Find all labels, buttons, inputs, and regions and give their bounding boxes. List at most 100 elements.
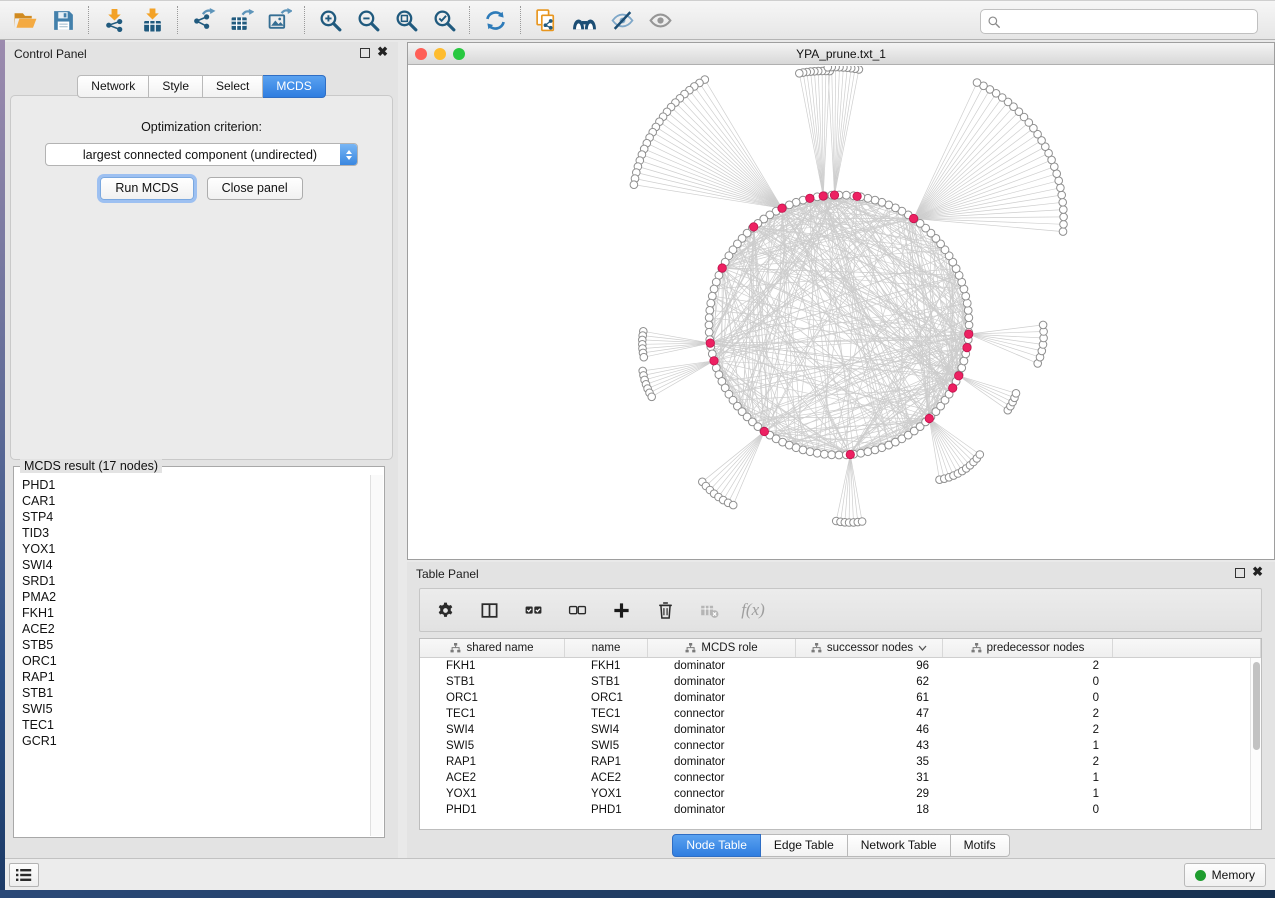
import-network-button[interactable] [95, 4, 133, 36]
network-window-titlebar[interactable]: YPA_prune.txt_1 [408, 43, 1274, 65]
zoom-in-button[interactable] [311, 4, 349, 36]
table-cell-name[interactable]: STB1 [565, 674, 648, 690]
mcds-result-item[interactable]: PMA2 [22, 589, 370, 605]
column-header-shared-name[interactable]: shared name [420, 639, 565, 657]
table-cell-name[interactable]: SWI5 [565, 738, 648, 754]
add-column-button[interactable] [610, 599, 632, 621]
table-cell-MCDS-role[interactable]: connector [648, 706, 796, 722]
table-cell-shared-name[interactable]: TEC1 [420, 706, 565, 722]
tab-mcds[interactable]: MCDS [263, 75, 325, 98]
mcds-result-item[interactable]: CAR1 [22, 493, 370, 509]
close-panel-icon[interactable]: ✖ [1252, 564, 1263, 580]
table-cell-shared-name[interactable]: RAP1 [420, 754, 565, 770]
mcds-result-scrollbar[interactable] [370, 475, 383, 836]
zoom-selected-button[interactable] [425, 4, 463, 36]
mcds-result-item[interactable]: TID3 [22, 525, 370, 541]
tab-network-table[interactable]: Network Table [848, 834, 951, 857]
table-cell-successor-nodes[interactable]: 29 [796, 786, 943, 802]
show-columns-button[interactable] [478, 599, 500, 621]
mcds-result-item[interactable]: STB1 [22, 685, 370, 701]
close-panel-button[interactable]: Close panel [207, 177, 303, 200]
delete-column-button[interactable] [654, 599, 676, 621]
table-cell-MCDS-role[interactable]: dominator [648, 674, 796, 690]
mcds-result-item[interactable]: STP4 [22, 509, 370, 525]
table-cell-name[interactable]: SWI4 [565, 722, 648, 738]
column-header-MCDS-role[interactable]: MCDS role [648, 639, 796, 657]
table-row[interactable]: FKH1FKH1dominator962 [420, 658, 1250, 674]
table-cell-MCDS-role[interactable]: dominator [648, 722, 796, 738]
tab-edge-table[interactable]: Edge Table [761, 834, 848, 857]
table-row[interactable]: RAP1RAP1dominator352 [420, 754, 1250, 770]
column-header-name[interactable]: name [565, 639, 648, 657]
tab-node-table[interactable]: Node Table [672, 834, 761, 857]
table-cell-name[interactable]: YOX1 [565, 786, 648, 802]
table-cell-successor-nodes[interactable]: 46 [796, 722, 943, 738]
table-cell-MCDS-role[interactable]: dominator [648, 690, 796, 706]
network-graph[interactable] [408, 66, 1274, 560]
table-cell-shared-name[interactable]: FKH1 [420, 658, 565, 674]
table-row[interactable]: SWI5SWI5connector431 [420, 738, 1250, 754]
mcds-result-item[interactable]: PHD1 [22, 477, 370, 493]
node-table-scrollbar[interactable] [1250, 658, 1261, 829]
table-cell-name[interactable]: TEC1 [565, 706, 648, 722]
table-cell-shared-name[interactable]: SWI4 [420, 722, 565, 738]
table-cell-MCDS-role[interactable]: connector [648, 738, 796, 754]
hide-selected-button[interactable] [603, 4, 641, 36]
table-cell-successor-nodes[interactable]: 43 [796, 738, 943, 754]
gear-button[interactable] [434, 599, 456, 621]
mcds-result-item[interactable]: ACE2 [22, 621, 370, 637]
table-cell-predecessor-nodes[interactable]: 0 [943, 802, 1113, 818]
export-network-button[interactable] [184, 4, 222, 36]
table-cell-shared-name[interactable]: PHD1 [420, 802, 565, 818]
table-cell-predecessor-nodes[interactable]: 2 [943, 706, 1113, 722]
scrollbar-thumb[interactable] [1253, 662, 1260, 750]
table-cell-predecessor-nodes[interactable]: 0 [943, 674, 1113, 690]
table-cell-predecessor-nodes[interactable]: 0 [943, 690, 1113, 706]
tab-motifs[interactable]: Motifs [951, 834, 1010, 857]
mcds-result-item[interactable]: ORC1 [22, 653, 370, 669]
mcds-result-item[interactable]: TEC1 [22, 717, 370, 733]
table-cell-shared-name[interactable]: ORC1 [420, 690, 565, 706]
table-cell-successor-nodes[interactable]: 96 [796, 658, 943, 674]
table-cell-successor-nodes[interactable]: 18 [796, 802, 943, 818]
mcds-result-item[interactable]: SRD1 [22, 573, 370, 589]
mcds-result-item[interactable]: RAP1 [22, 669, 370, 685]
node-table-header[interactable]: shared namenameMCDS rolesuccessor nodesp… [420, 639, 1261, 658]
mcds-result-item[interactable]: FKH1 [22, 605, 370, 621]
table-row[interactable]: SWI4SWI4dominator462 [420, 722, 1250, 738]
table-cell-MCDS-role[interactable]: connector [648, 786, 796, 802]
table-cell-shared-name[interactable]: ACE2 [420, 770, 565, 786]
table-cell-MCDS-role[interactable]: dominator [648, 802, 796, 818]
float-panel-icon[interactable] [360, 48, 370, 58]
mcds-result-item[interactable]: STB5 [22, 637, 370, 653]
refresh-button[interactable] [476, 4, 514, 36]
table-cell-predecessor-nodes[interactable]: 1 [943, 786, 1113, 802]
table-cell-successor-nodes[interactable]: 47 [796, 706, 943, 722]
select-all-checkboxes-button[interactable] [522, 599, 544, 621]
table-cell-MCDS-role[interactable]: dominator [648, 754, 796, 770]
find-button[interactable] [565, 4, 603, 36]
table-cell-name[interactable]: FKH1 [565, 658, 648, 674]
table-cell-successor-nodes[interactable]: 31 [796, 770, 943, 786]
table-cell-shared-name[interactable]: STB1 [420, 674, 565, 690]
table-row[interactable]: TEC1TEC1connector472 [420, 706, 1250, 722]
search-box[interactable] [980, 9, 1258, 34]
import-table-button[interactable] [133, 4, 171, 36]
column-header-successor-nodes[interactable]: successor nodes [796, 639, 943, 657]
table-cell-successor-nodes[interactable]: 62 [796, 674, 943, 690]
open-file-button[interactable] [6, 4, 44, 36]
tab-network[interactable]: Network [77, 75, 149, 98]
run-mcds-button[interactable]: Run MCDS [100, 177, 193, 200]
table-cell-name[interactable]: RAP1 [565, 754, 648, 770]
close-panel-icon[interactable]: ✖ [377, 44, 388, 60]
table-cell-name[interactable]: ACE2 [565, 770, 648, 786]
task-history-button[interactable] [9, 863, 39, 887]
table-cell-predecessor-nodes[interactable]: 2 [943, 658, 1113, 674]
table-cell-predecessor-nodes[interactable]: 1 [943, 738, 1113, 754]
table-cell-name[interactable]: PHD1 [565, 802, 648, 818]
table-cell-successor-nodes[interactable]: 35 [796, 754, 943, 770]
zoom-out-button[interactable] [349, 4, 387, 36]
optimization-criterion-select[interactable]: largest connected component (undirected) [45, 143, 358, 166]
tab-select[interactable]: Select [203, 75, 263, 98]
zoom-fit-button[interactable] [387, 4, 425, 36]
